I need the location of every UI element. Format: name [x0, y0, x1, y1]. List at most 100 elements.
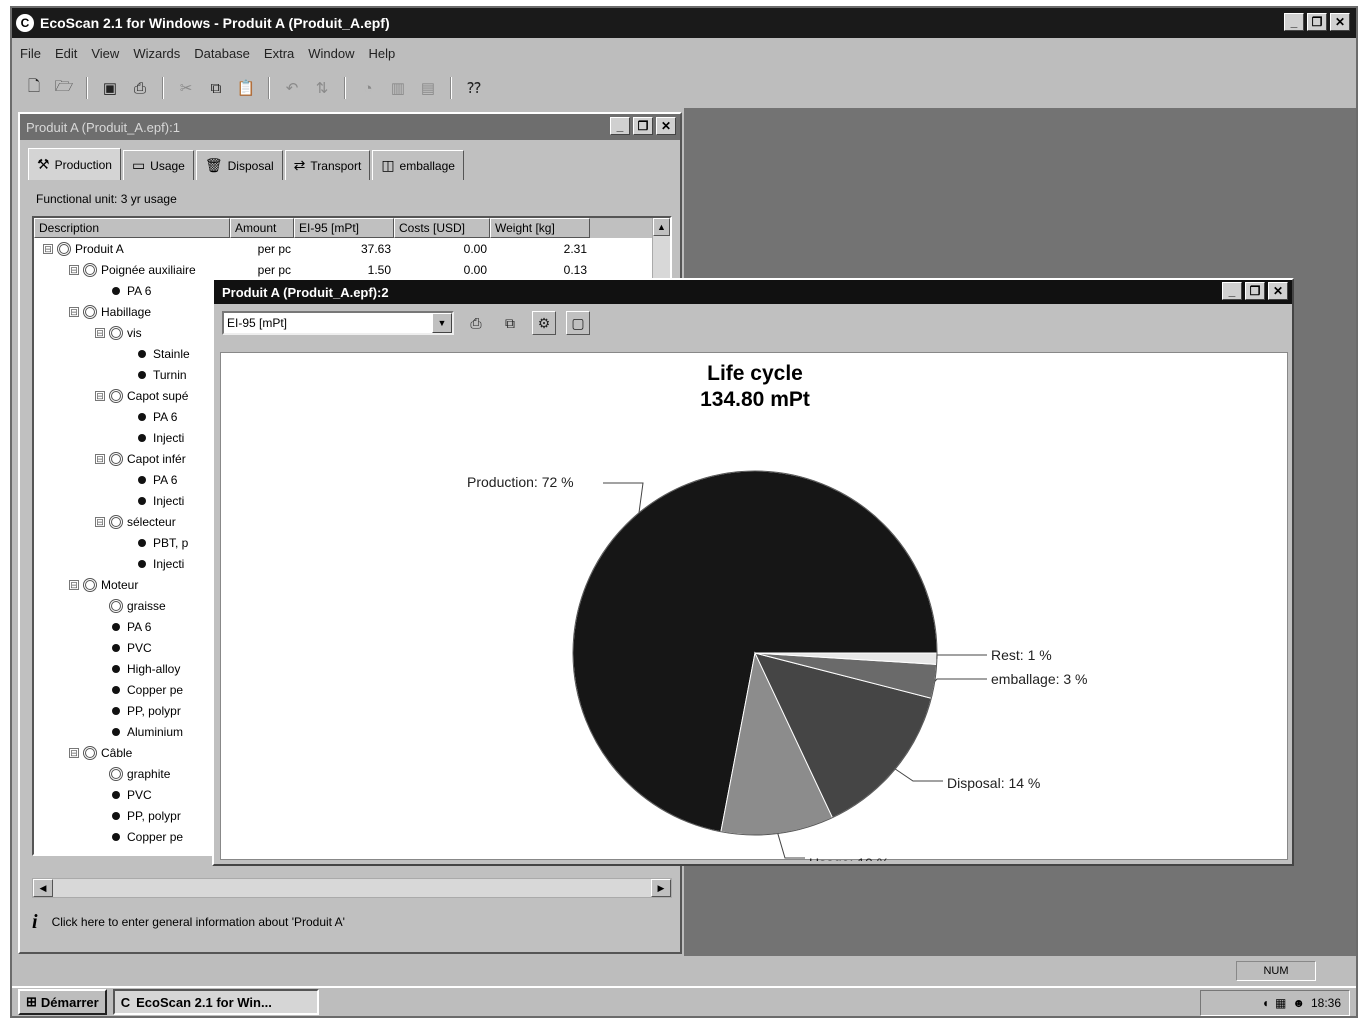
- tree-node[interactable]: ⊟ Produit A: [37, 241, 227, 256]
- menu-window[interactable]: Window: [308, 46, 354, 61]
- scroll-left-icon[interactable]: ◀: [33, 879, 53, 897]
- minimize-button[interactable]: _: [1222, 282, 1242, 300]
- tree-node[interactable]: PP, polypr: [37, 704, 227, 718]
- menu-database[interactable]: Database: [194, 46, 250, 61]
- tree-node[interactable]: PBT, p: [37, 536, 227, 550]
- column-ei95[interactable]: EI-95 [mPt]: [294, 218, 394, 238]
- scroll-up-icon[interactable]: ▲: [653, 218, 670, 236]
- close-button[interactable]: ✕: [656, 117, 676, 135]
- copy-icon[interactable]: ⧉: [498, 311, 522, 335]
- tree-node[interactable]: ⊟ Habillage: [37, 304, 227, 319]
- bar-chart-icon[interactable]: ▥: [386, 76, 410, 100]
- scroll-right-icon[interactable]: ▶: [651, 879, 671, 897]
- expand-collapse-icon[interactable]: ⊟: [69, 306, 79, 317]
- column-costs[interactable]: Costs [USD]: [394, 218, 490, 238]
- close-button[interactable]: ✕: [1268, 282, 1288, 300]
- tree-node[interactable]: PVC: [37, 641, 227, 655]
- tree-node[interactable]: ⊟ vis: [37, 325, 227, 340]
- save-icon[interactable]: ▣: [98, 76, 122, 100]
- tab-production[interactable]: ⚒ Production: [28, 148, 121, 180]
- menu-file[interactable]: File: [20, 46, 41, 61]
- tree-node[interactable]: ⊟ sélecteur: [37, 514, 227, 529]
- tree-node[interactable]: Injecti: [37, 494, 227, 508]
- tree-node[interactable]: Stainle: [37, 347, 227, 361]
- tree-node[interactable]: PP, polypr: [37, 809, 227, 823]
- help-icon[interactable]: ⁇: [462, 76, 486, 100]
- new-file-icon[interactable]: 🗋: [22, 76, 46, 100]
- clock[interactable]: 18:36: [1311, 996, 1341, 1010]
- chart-window-title-bar[interactable]: Produit A (Produit_A.epf):2 _ ❐ ✕: [214, 280, 1292, 304]
- frame-icon[interactable]: ▢: [566, 311, 590, 335]
- tree-node[interactable]: ⊟ Moteur: [37, 577, 227, 592]
- paste-icon[interactable]: 📋: [234, 76, 258, 100]
- expand-collapse-icon[interactable]: ⊟: [95, 390, 105, 401]
- menu-help[interactable]: Help: [369, 46, 396, 61]
- sort-icon[interactable]: ⇅: [310, 76, 334, 100]
- column-amount[interactable]: Amount: [230, 218, 294, 238]
- expand-collapse-icon[interactable]: ⊟: [69, 579, 79, 590]
- indicator-select[interactable]: EI-95 [mPt] ▼: [222, 311, 454, 335]
- cut-icon[interactable]: ✂: [174, 76, 198, 100]
- column-description[interactable]: Description: [34, 218, 230, 238]
- tab-usage[interactable]: ▭ Usage: [122, 150, 194, 180]
- info-bar[interactable]: i Click here to enter general informatio…: [32, 908, 672, 936]
- table-row[interactable]: ⊟ Produit A per pc 37.63 0.00 2.31: [34, 238, 670, 259]
- expand-collapse-icon[interactable]: ⊟: [43, 243, 53, 254]
- column-weight[interactable]: Weight [kg]: [490, 218, 590, 238]
- print-icon[interactable]: ⎙: [128, 76, 152, 100]
- minimize-button[interactable]: _: [1284, 13, 1304, 31]
- tab-transport[interactable]: ⇄ Transport: [284, 150, 371, 180]
- open-folder-icon[interactable]: 🗁: [52, 76, 76, 100]
- expand-collapse-icon[interactable]: ⊟: [95, 327, 105, 338]
- minimize-button[interactable]: _: [610, 117, 630, 135]
- horizontal-scrollbar[interactable]: ◀ ▶: [32, 878, 672, 898]
- restore-button[interactable]: ❐: [633, 117, 653, 135]
- tree-node[interactable]: Copper pe: [37, 683, 227, 697]
- tree-node[interactable]: Injecti: [37, 557, 227, 571]
- menu-view[interactable]: View: [91, 46, 119, 61]
- chart-icon[interactable]: ◔: [356, 76, 380, 100]
- tree-node[interactable]: PA 6: [37, 410, 227, 424]
- tree-node[interactable]: ⊟ Poignée auxiliaire: [37, 262, 227, 277]
- tree-node[interactable]: Copper pe: [37, 830, 227, 844]
- undo-icon[interactable]: ↶: [280, 76, 304, 100]
- copy-icon[interactable]: ⧉: [204, 76, 228, 100]
- expand-collapse-icon[interactable]: ⊟: [95, 453, 105, 464]
- tree-window-title-bar[interactable]: Produit A (Produit_A.epf):1 _ ❐ ✕: [20, 114, 680, 140]
- chart-options-icon[interactable]: ⚙: [532, 311, 556, 335]
- menu-edit[interactable]: Edit: [55, 46, 77, 61]
- tree-node[interactable]: Injecti: [37, 431, 227, 445]
- table-row[interactable]: ⊟ Poignée auxiliaire per pc 1.50 0.00 0.13: [34, 259, 670, 280]
- tree-node[interactable]: PA 6: [37, 620, 227, 634]
- app-title-bar[interactable]: C EcoScan 2.1 for Windows - Produit A (P…: [12, 8, 1356, 38]
- network-icon[interactable]: ▦: [1275, 996, 1286, 1010]
- tree-node[interactable]: ⊟ Câble: [37, 745, 227, 760]
- tree-node[interactable]: Turnin: [37, 368, 227, 382]
- tree-node[interactable]: ⊟ Capot infér: [37, 451, 227, 466]
- tree-node[interactable]: PA 6: [37, 473, 227, 487]
- restore-button[interactable]: ❐: [1245, 282, 1265, 300]
- print-icon[interactable]: ⎙: [464, 311, 488, 335]
- tree-node[interactable]: PA 6: [37, 284, 227, 298]
- tree-node[interactable]: PVC: [37, 788, 227, 802]
- tree-node[interactable]: High-alloy: [37, 662, 227, 676]
- chevron-down-icon[interactable]: ▼: [432, 313, 452, 333]
- tree-node[interactable]: ⊟ Capot supé: [37, 388, 227, 403]
- restore-button[interactable]: ❐: [1307, 13, 1327, 31]
- tree-node[interactable]: graphite: [37, 766, 227, 781]
- start-button[interactable]: ⊞ Démarrer: [18, 989, 107, 1015]
- expand-collapse-icon[interactable]: ⊟: [69, 264, 79, 275]
- tree-node[interactable]: graisse: [37, 598, 227, 613]
- tab-disposal[interactable]: 🗑 Disposal: [195, 150, 283, 180]
- close-button[interactable]: ✕: [1330, 13, 1350, 31]
- expand-collapse-icon[interactable]: ⊟: [95, 516, 105, 527]
- speaker-icon[interactable]: ◖: [1262, 996, 1269, 1010]
- menu-wizards[interactable]: Wizards: [133, 46, 180, 61]
- tab-emballage[interactable]: ◫ emballage: [372, 150, 464, 180]
- taskbar-item-ecoscan[interactable]: C EcoScan 2.1 for Win...: [112, 989, 319, 1015]
- menu-extra[interactable]: Extra: [264, 46, 294, 61]
- user-icon[interactable]: ☻: [1292, 996, 1305, 1010]
- expand-collapse-icon[interactable]: ⊟: [69, 747, 79, 758]
- table-icon[interactable]: ▤: [416, 76, 440, 100]
- tree-node[interactable]: Aluminium: [37, 725, 227, 739]
